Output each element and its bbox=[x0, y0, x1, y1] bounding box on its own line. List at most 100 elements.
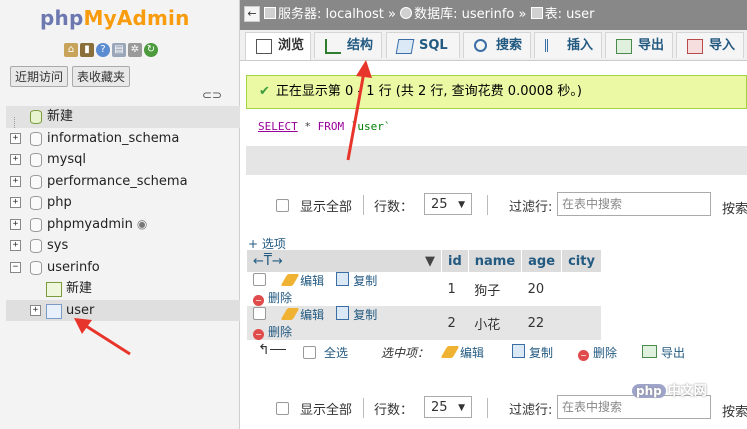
cell-name[interactable]: 小花 bbox=[468, 306, 522, 340]
column-header-id[interactable]: id bbox=[441, 250, 469, 272]
cell-id[interactable]: 1 bbox=[441, 272, 469, 306]
cell-age[interactable]: 20 bbox=[521, 272, 562, 306]
nav-icon-row: ⌂ ▮ ? ▤ ✲ ↻ bbox=[64, 43, 158, 57]
new-table-icon bbox=[46, 282, 62, 297]
bulk-delete-button[interactable]: − 删除 bbox=[578, 344, 617, 361]
tree-item-performance-schema[interactable]: + performance_schema bbox=[6, 171, 240, 193]
import-icon bbox=[687, 39, 703, 54]
breadcrumb-server[interactable]: 服务器: localhost bbox=[278, 7, 384, 22]
export-icon bbox=[642, 345, 657, 358]
exit-icon[interactable]: ▮ bbox=[80, 43, 94, 57]
tab-structure[interactable]: 结构 bbox=[314, 32, 382, 58]
collapse-nav-icon[interactable]: ← bbox=[244, 6, 260, 22]
sql-query-text[interactable]: SELECT * FROM `user` bbox=[246, 113, 747, 146]
tab-sql[interactable]: SQL bbox=[386, 32, 460, 58]
bulk-edit-button[interactable]: 编辑 bbox=[440, 344, 484, 361]
cell-city[interactable] bbox=[561, 272, 602, 306]
copy-icon bbox=[336, 306, 350, 320]
tree-item-mysql[interactable]: + mysql bbox=[6, 149, 240, 171]
pencil-icon bbox=[280, 274, 300, 286]
edit-button[interactable]: 编辑 bbox=[280, 274, 324, 288]
pencil-icon bbox=[440, 346, 460, 358]
show-all-checkbox[interactable] bbox=[276, 402, 289, 415]
delete-button[interactable]: − 删除 bbox=[253, 291, 292, 306]
tab-import[interactable]: 导入 bbox=[676, 32, 744, 58]
breadcrumb-database[interactable]: 数据库: userinfo bbox=[414, 7, 514, 22]
check-all-checkbox[interactable] bbox=[303, 346, 316, 359]
expand-icon[interactable]: + bbox=[10, 132, 21, 144]
tree-item-php[interactable]: + php bbox=[6, 192, 240, 214]
new-db-icon bbox=[30, 110, 42, 124]
check-all-label[interactable]: 全选 bbox=[324, 344, 348, 361]
expand-icon[interactable]: + bbox=[30, 304, 41, 316]
nav-tabs: 近期访问 表收藏夹 bbox=[10, 66, 131, 87]
copy-icon bbox=[336, 272, 350, 286]
favorite-tables-button[interactable]: 表收藏夹 bbox=[72, 66, 131, 87]
structure-icon bbox=[325, 39, 341, 54]
tab-insert[interactable]: 插入 bbox=[534, 32, 602, 58]
database-icon bbox=[400, 7, 413, 19]
database-icon bbox=[30, 131, 42, 146]
success-message: ✔ 正在显示第 0 - 1 行 (共 2 行, 查询花费 0.0008 秒。) bbox=[246, 75, 747, 109]
edit-button[interactable]: 编辑 bbox=[280, 308, 324, 322]
database-tree: 新建 + information_schema + mysql + perfor… bbox=[6, 106, 240, 321]
tree-item-new-database[interactable]: 新建 bbox=[6, 106, 240, 128]
tab-browse[interactable]: 浏览 bbox=[245, 32, 311, 60]
database-icon bbox=[30, 217, 42, 232]
bulk-export-button[interactable]: 导出 bbox=[642, 344, 685, 361]
sql-query-box: SELECT * FROM `user` bbox=[246, 112, 747, 175]
database-icon bbox=[30, 153, 42, 167]
rows-select[interactable]: 25 ▼ bbox=[424, 193, 472, 215]
tab-export[interactable]: 导出 bbox=[605, 32, 673, 58]
row-actions: 编辑 复制 − 删除 bbox=[247, 272, 442, 306]
tree-item-userinfo[interactable]: − userinfo bbox=[6, 257, 240, 279]
docs-icon[interactable]: ▤ bbox=[112, 43, 126, 57]
table-header-row: ←T→ ▼ id name age city bbox=[247, 250, 602, 272]
tree-item-sys[interactable]: + sys bbox=[6, 235, 240, 257]
link-with-main-icon[interactable]: ⊂⊃ bbox=[202, 88, 222, 102]
filter-rows-input[interactable]: 在表中搜索 bbox=[557, 192, 711, 216]
tab-bar: 浏览 结构 SQL 搜索 插入 导出 导入 bbox=[240, 30, 747, 61]
expand-icon[interactable]: + bbox=[10, 175, 21, 187]
bulk-copy-button[interactable]: 复制 bbox=[512, 344, 553, 361]
column-header-name[interactable]: name bbox=[468, 250, 523, 272]
breadcrumb-table[interactable]: 表: user bbox=[545, 7, 595, 22]
settings-icon[interactable]: ✲ bbox=[128, 43, 142, 57]
expand-icon[interactable]: + bbox=[10, 240, 21, 251]
cell-age[interactable]: 22 bbox=[521, 306, 562, 340]
cell-city[interactable] bbox=[561, 306, 602, 340]
dropdown-arrow-icon: ▼ bbox=[458, 403, 465, 413]
results-table: ←T→ ▼ id name age city 编辑 复制 − 删除 1 狗子 20… bbox=[247, 250, 602, 340]
tree-item-user-table[interactable]: + user bbox=[6, 299, 240, 321]
copy-button[interactable]: 复制 bbox=[336, 272, 377, 288]
column-controls[interactable]: ←T→ ▼ bbox=[247, 250, 442, 272]
tree-item-information-schema[interactable]: + information_schema bbox=[6, 128, 240, 150]
expand-icon[interactable]: + bbox=[10, 197, 21, 208]
delete-icon: − bbox=[578, 350, 589, 361]
tree-item-phpmyadmin[interactable]: + phpmyadmin ◉ bbox=[6, 214, 240, 236]
show-all-checkbox[interactable] bbox=[276, 199, 289, 212]
reload-icon[interactable]: ↻ bbox=[144, 43, 158, 57]
delete-icon: − bbox=[253, 295, 264, 306]
search-icon bbox=[474, 39, 487, 52]
eye-icon[interactable]: ◉ bbox=[137, 217, 147, 231]
delete-button[interactable]: − 删除 bbox=[253, 325, 292, 340]
column-header-age[interactable]: age bbox=[521, 250, 563, 272]
cell-id[interactable]: 2 bbox=[441, 306, 469, 340]
watermark: php 中文网 bbox=[632, 380, 707, 399]
phpmyadmin-logo[interactable]: phpMyAdmin bbox=[40, 6, 190, 30]
expand-icon[interactable]: + bbox=[10, 218, 21, 230]
row-checkbox[interactable] bbox=[253, 307, 266, 320]
tab-search[interactable]: 搜索 bbox=[463, 32, 531, 58]
recent-tables-button[interactable]: 近期访问 bbox=[10, 66, 69, 87]
expand-icon[interactable]: + bbox=[10, 154, 21, 165]
collapse-icon[interactable]: − bbox=[10, 261, 21, 273]
sql-docs-icon[interactable]: ? bbox=[96, 43, 110, 57]
cell-name[interactable]: 狗子 bbox=[468, 272, 522, 306]
column-header-city[interactable]: city bbox=[561, 250, 602, 272]
rows-select[interactable]: 25 ▼ bbox=[424, 396, 472, 418]
home-icon[interactable]: ⌂ bbox=[64, 43, 78, 57]
row-checkbox[interactable] bbox=[253, 273, 266, 286]
copy-button[interactable]: 复制 bbox=[336, 306, 377, 322]
tree-item-new-table[interactable]: 新建 bbox=[6, 278, 240, 300]
